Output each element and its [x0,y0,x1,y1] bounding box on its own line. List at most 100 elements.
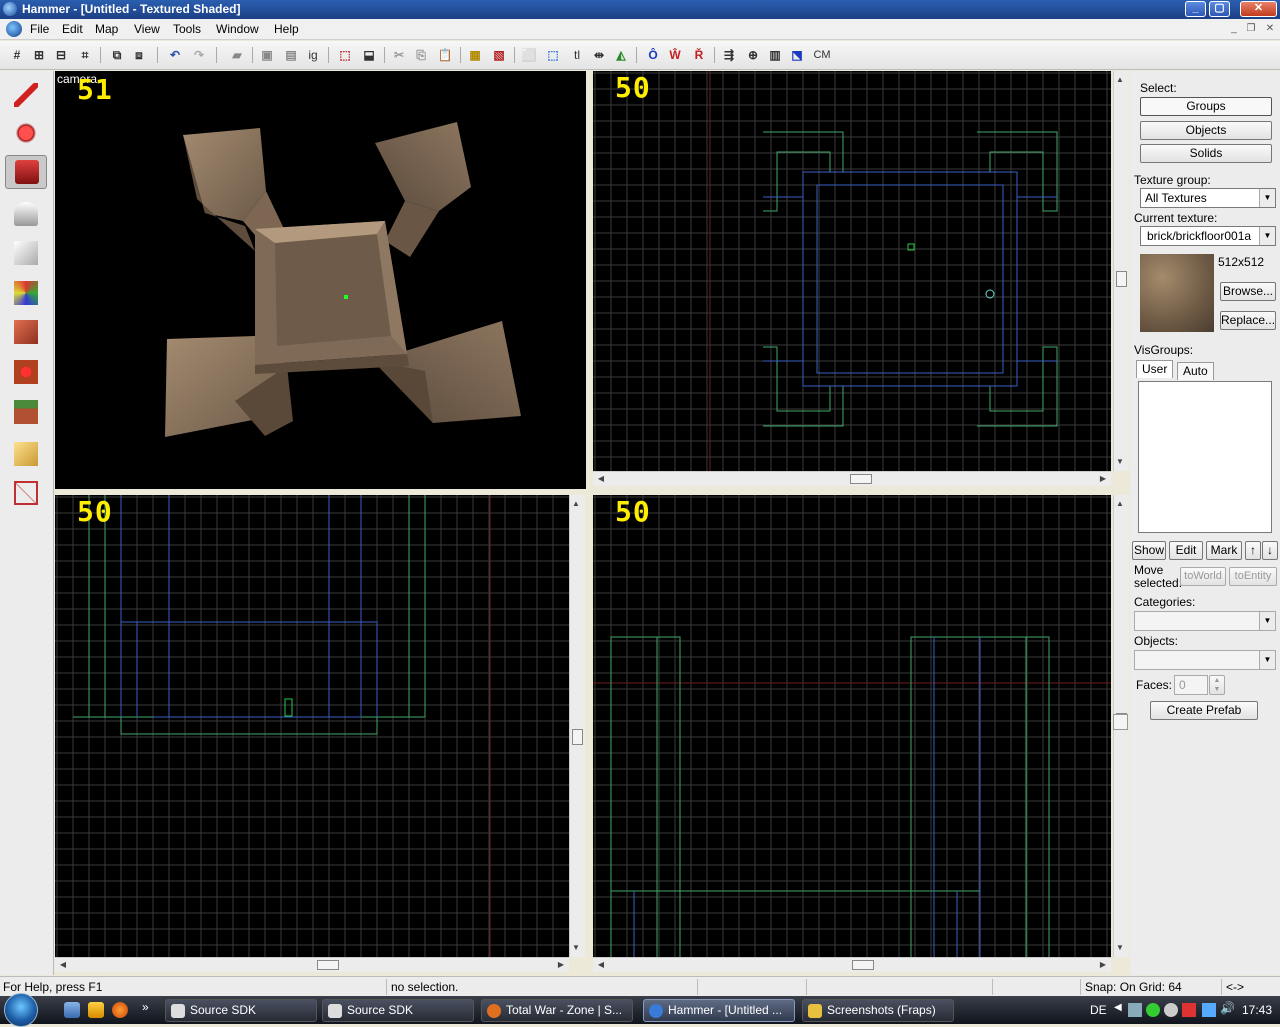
taskbar-item-hammer[interactable]: Hammer - [Untitled ... [643,999,795,1022]
create-prefab-button[interactable]: Create Prefab [1150,701,1258,720]
select-by-handles-icon[interactable]: ⬚ [544,46,562,64]
menu-map[interactable]: Map [95,22,118,36]
top-2d-viewport[interactable]: 50 [593,71,1111,471]
scroll-up-icon[interactable]: ▲ [1114,75,1126,84]
scroll-right-icon[interactable]: ▶ [1097,474,1109,483]
scroll-thumb[interactable] [1116,271,1127,287]
select-groups-button[interactable]: Groups [1140,97,1272,116]
scroll-thumb[interactable] [572,729,583,745]
scroll-thumb[interactable] [852,960,874,970]
scroll-left-icon[interactable]: ◀ [595,474,607,483]
hide-objects-icon[interactable]: ⬚ [336,46,354,64]
select-objects-button[interactable]: Objects [1140,121,1272,140]
show-desktop-icon[interactable] [64,1002,80,1018]
grid-larger-icon[interactable]: ⊟ [52,46,70,64]
document-globe-icon[interactable] [6,21,22,37]
cordon-icon[interactable]: ◭ [612,46,630,64]
draw-entity-names-icon[interactable]: Ř [690,46,708,64]
faces-spinner[interactable]: 0 [1174,675,1208,695]
select-solids-button[interactable]: Solids [1140,144,1272,163]
scroll-thumb[interactable] [850,474,872,484]
objects-dropdown[interactable]: ▼ [1134,650,1276,670]
scroll-left-icon[interactable]: ◀ [57,960,69,969]
visgroup-mark-button[interactable]: Mark [1206,541,1242,560]
draw-helpers-icon[interactable]: Ô [644,46,662,64]
tab-auto[interactable]: Auto [1177,362,1214,380]
taskbar-item-source-sdk-2[interactable]: Source SDK [322,999,474,1022]
decal-tool[interactable] [5,356,47,390]
tab-user[interactable]: User [1136,360,1174,378]
mdi-restore-icon[interactable]: ❐ [1243,22,1259,36]
panel-splitter-handle[interactable] [1113,714,1128,730]
scroll-down-icon[interactable]: ▼ [1114,943,1126,952]
ungroup-icon[interactable]: ⧈ [130,46,148,64]
chevron-down-icon[interactable]: ▼ [1259,227,1275,245]
quicklaunch-expand-icon[interactable]: » [142,1000,149,1014]
overlay-tool[interactable] [5,396,47,430]
menu-file[interactable]: File [30,22,49,36]
scroll-left-icon[interactable]: ◀ [595,960,607,969]
network-icon[interactable] [1128,1003,1142,1017]
categories-dropdown[interactable]: ▼ [1134,611,1276,631]
taskbar-item-screenshots[interactable]: Screenshots (Fraps) [802,999,954,1022]
texture-scale-icon[interactable]: ▧ [490,46,508,64]
firefox-icon[interactable] [112,1002,128,1018]
replace-button[interactable]: Replace... [1220,311,1276,330]
camera-tool[interactable] [5,155,47,189]
move-down-icon[interactable]: ↓ [1262,541,1278,560]
copy-icon[interactable]: ⎘ [412,46,430,64]
magnify-tool[interactable] [5,117,47,151]
top-view-vertical-scrollbar[interactable]: ▲ ▼ [1113,71,1129,471]
side-view-horizontal-scrollbar[interactable]: ◀ ▶ [593,957,1111,972]
front-view-horizontal-scrollbar[interactable]: ◀ ▶ [55,957,569,972]
block-tool[interactable] [5,237,47,271]
texture-alignment-icon[interactable]: ▦ [466,46,484,64]
to-world-button[interactable]: toWorld [1180,567,1226,586]
scroll-down-icon[interactable]: ▼ [1114,457,1126,466]
top-view-horizontal-scrollbar[interactable]: ◀ ▶ [593,471,1111,486]
faces-spin-icon[interactable]: ▲ ▼ [1209,675,1225,695]
minimize-button[interactable]: _ [1185,1,1206,17]
chevron-down-icon[interactable]: ▼ [1259,189,1275,207]
grid-smaller-icon[interactable]: ⊞ [30,46,48,64]
taskbar-item-source-sdk-1[interactable]: Source SDK [165,999,317,1022]
start-button[interactable] [4,993,38,1027]
select-box-icon[interactable]: ⬜ [520,46,538,64]
selection-tool[interactable] [5,79,47,113]
menu-view[interactable]: View [134,22,160,36]
autoselect-icon[interactable]: ⇹ [590,46,608,64]
scroll-thumb[interactable] [317,960,339,970]
mdi-close-icon[interactable]: ✕ [1262,22,1278,36]
taskbar-item-total-war[interactable]: Total War - Zone | S... [481,999,633,1022]
clock[interactable]: 17:43 [1242,1003,1272,1017]
texture-lock-icon[interactable]: ▤ [282,46,300,64]
camera-viewport[interactable]: camera 51 [55,71,586,489]
entity-tool[interactable] [5,198,47,232]
side-2d-viewport[interactable]: 50 [593,495,1111,957]
menu-window[interactable]: Window [216,22,259,36]
draw-models-icon[interactable]: Ŵ [666,46,684,64]
scroll-up-icon[interactable]: ▲ [1114,499,1126,508]
chevron-down-icon[interactable]: ▼ [1259,651,1275,669]
group-icon[interactable]: ⧉ [108,46,126,64]
move-up-icon[interactable]: ↑ [1245,541,1261,560]
clipping-tool[interactable] [5,438,47,472]
texture-browser-icon[interactable]: ▥ [766,46,784,64]
to-entity-button[interactable]: toEntity [1229,567,1277,586]
menu-tools[interactable]: Tools [173,22,201,36]
monitor-tray-icon[interactable] [1202,1003,1216,1017]
scroll-up-icon[interactable]: ▲ [570,499,582,508]
menu-edit[interactable]: Edit [62,22,83,36]
texture-group-dropdown[interactable]: All Textures ▼ [1140,188,1276,208]
mdi-minimize-icon[interactable]: _ [1226,22,1242,36]
menu-help[interactable]: Help [274,22,299,36]
hollow-icon[interactable]: ▣ [258,46,276,64]
volume-icon[interactable]: 🔊 [1220,1001,1235,1015]
security-tray-icon[interactable] [1182,1003,1196,1017]
vertex-manipulation-tool[interactable] [5,477,47,511]
run-map-icon[interactable]: ⇶ [720,46,738,64]
scroll-down-icon[interactable]: ▼ [570,943,582,952]
scroll-right-icon[interactable]: ▶ [555,960,567,969]
steam-tray-icon[interactable] [1164,1003,1178,1017]
cut-icon[interactable]: ✂ [390,46,408,64]
